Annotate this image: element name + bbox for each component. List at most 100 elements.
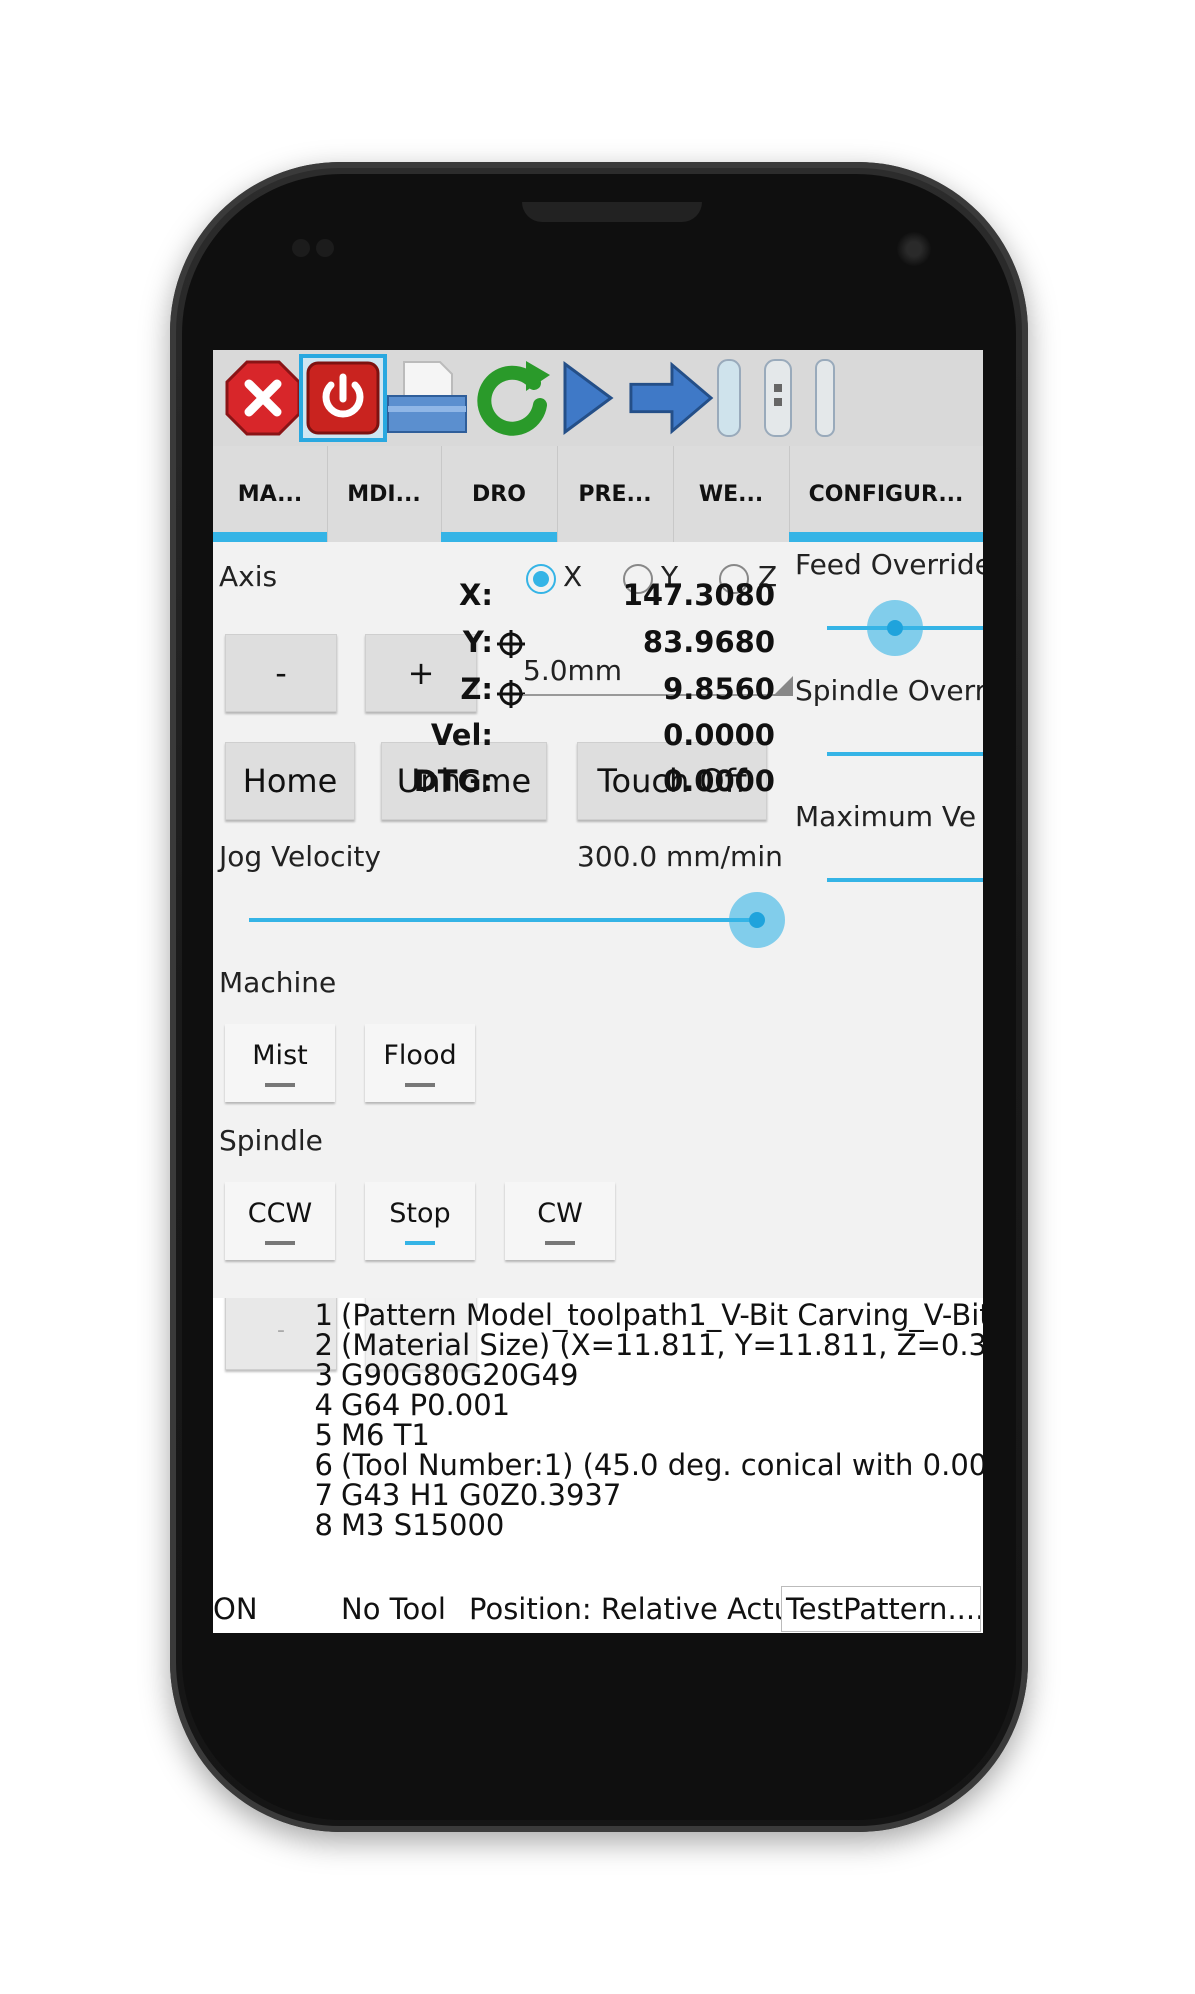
axis-label: Axis [219, 560, 278, 593]
dro-z-value: 9.8560 [663, 672, 775, 706]
front-camera [897, 232, 931, 266]
mist-indicator [265, 1082, 295, 1087]
line-number: 6 [314, 1448, 333, 1482]
tab-label: MDI... [347, 481, 421, 507]
dro-x-value: 147.3080 [622, 578, 775, 612]
dro-x-label: X: [459, 578, 493, 612]
tool-status: No Tool [341, 1592, 446, 1626]
line-number: 7 [314, 1478, 333, 1512]
flood-label: Flood [383, 1039, 457, 1071]
open-file-button[interactable] [383, 354, 471, 442]
code-line: 4 G64 P0.001 [213, 1388, 511, 1422]
step-icon [629, 361, 714, 435]
dro-y-label: Y: [462, 625, 493, 659]
ccw-label: CCW [247, 1197, 313, 1229]
feed-override-slider[interactable] [867, 600, 923, 656]
tab-label: WE... [698, 481, 764, 507]
line-text: M3 S15000 [341, 1508, 505, 1542]
spindle-label: Spindle [219, 1124, 323, 1157]
jog-velocity-value: 300.0 mm/min [577, 840, 783, 873]
earpiece-speaker [522, 202, 702, 222]
power-icon [306, 361, 380, 435]
tab-indicator [213, 532, 327, 542]
cw-indicator [545, 1240, 575, 1245]
tab-bar: MA... MDI... DRO PRE... WE... CONFIGUR..… [213, 446, 983, 542]
loaded-file[interactable]: TestPattern.... [781, 1586, 981, 1632]
ccw-indicator [265, 1240, 295, 1245]
line-number: 1 [314, 1298, 333, 1332]
line-text: (Material Size) (X=11.811, Y=11.811, Z=0… [341, 1328, 983, 1362]
tab-configuration[interactable]: CONFIGUR... [789, 446, 983, 542]
line-text: G43 H1 G0Z0.3937 [341, 1478, 622, 1512]
machine-state: ON [213, 1592, 258, 1626]
tab-dro[interactable]: DRO [441, 446, 558, 542]
code-line: 3 G90G80G20G49 [213, 1358, 579, 1392]
tab-label: PRE... [578, 481, 652, 507]
line-text: (Tool Number:1) (45.0 deg. conical with … [341, 1448, 983, 1482]
flood-toggle[interactable]: Flood [365, 1024, 475, 1102]
step-button[interactable] [627, 354, 715, 442]
power-button[interactable] [299, 354, 387, 442]
dro-vel-value: 0.0000 [663, 718, 775, 752]
code-line: 8 M3 S15000 [213, 1508, 505, 1542]
spindle-override-slider[interactable] [827, 752, 983, 756]
line-number: 5 [314, 1418, 333, 1452]
dropdown-corner-icon [773, 676, 793, 696]
max-velocity-slider[interactable] [827, 878, 983, 882]
cw-label: CW [537, 1197, 583, 1229]
code-line: 5 M6 T1 [213, 1418, 430, 1452]
run-button[interactable] [543, 354, 631, 442]
pause-icon [717, 359, 741, 437]
max-velocity-label: Maximum Ve [795, 800, 977, 833]
spindle-cw-toggle[interactable]: CW [505, 1182, 615, 1260]
dro-y-value: 83.9680 [642, 625, 775, 659]
line-number: 4 [314, 1388, 333, 1422]
tab-label: DRO [472, 481, 526, 507]
open-file-icon [387, 361, 467, 433]
tab-mdi[interactable]: MDI... [327, 446, 442, 542]
run-icon [563, 361, 614, 435]
tab-manual[interactable]: MA... [213, 446, 328, 542]
line-text: G90G80G20G49 [341, 1358, 579, 1392]
dro-dtg-value: 0.0000 [663, 764, 775, 798]
line-text: G64 P0.001 [341, 1388, 511, 1422]
jog-minus-button[interactable]: - [225, 634, 337, 712]
pause-icon [815, 359, 835, 437]
slot-button-2[interactable] [753, 354, 803, 442]
mist-label: Mist [252, 1039, 308, 1071]
dro-z-label: Z: [460, 672, 493, 706]
stop-indicator [405, 1240, 435, 1245]
tab-indicator [789, 532, 983, 542]
code-line: 2 (Material Size) (X=11.811, Y=11.811, Z=… [213, 1328, 983, 1362]
tab-label: CONFIGUR... [808, 481, 964, 507]
axis-x-radio[interactable] [526, 564, 556, 594]
spindle-stop-toggle[interactable]: Stop [365, 1182, 475, 1260]
machine-label: Machine [219, 966, 337, 999]
tab-label: MA... [237, 481, 303, 507]
jog-velocity-slider[interactable] [729, 892, 785, 948]
tab-indicator [441, 532, 557, 542]
line-text: M6 T1 [341, 1418, 430, 1452]
status-bar: ON No Tool Position: Relative Actu TestP… [213, 1586, 983, 1633]
jog-velocity-track [249, 918, 763, 922]
slot-button-1[interactable] [709, 354, 749, 442]
tab-web[interactable]: WE... [673, 446, 790, 542]
tab-preview[interactable]: PRE... [557, 446, 674, 542]
toolbar [213, 350, 983, 446]
line-number: 2 [314, 1328, 333, 1362]
spindle-ccw-toggle[interactable]: CCW [225, 1182, 335, 1260]
slot-button-3[interactable] [809, 354, 839, 442]
stop-label: Stop [389, 1197, 451, 1229]
line-number: 3 [314, 1358, 333, 1392]
jog-velocity-label: Jog Velocity [219, 840, 381, 873]
estop-icon [225, 360, 301, 436]
home-button[interactable]: Home [225, 742, 355, 820]
flood-indicator [405, 1082, 435, 1087]
code-line: 7 G43 H1 G0Z0.3937 [213, 1478, 622, 1512]
code-line: 1 (Pattern Model_toolpath1_V-Bit Carving_… [213, 1298, 983, 1332]
line-number: 8 [314, 1508, 333, 1542]
line-text: (Pattern Model_toolpath1_V-Bit Carving_V… [341, 1298, 983, 1332]
mist-toggle[interactable]: Mist [225, 1024, 335, 1102]
estop-button[interactable] [219, 354, 307, 442]
gcode-listing[interactable]: - 1 (Pattern Model_toolpath1_V-Bit Carvin… [213, 1298, 983, 1586]
